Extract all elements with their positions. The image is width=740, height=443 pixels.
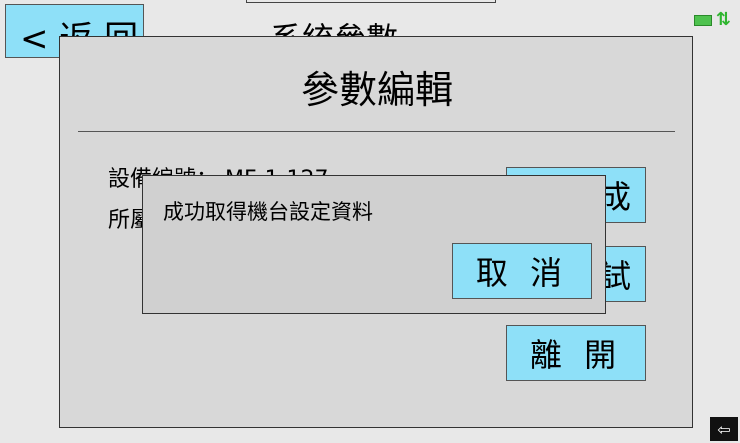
popup-message: 成功取得機台設定資料 (163, 200, 373, 224)
button-label: 取 消 (475, 254, 569, 292)
status-bar: ⇅ (693, 9, 731, 30)
screen-title: 系統參數 (270, 14, 490, 38)
battery-icon (693, 14, 712, 26)
leave-button[interactable]: 離 開 (506, 325, 646, 381)
divider (78, 131, 675, 132)
screen-title-frame (246, 0, 496, 3)
cancel-button[interactable]: 取 消 (452, 243, 592, 299)
button-label: 離 開 (529, 336, 623, 374)
back-arrow-icon[interactable]: ⇦ (710, 417, 738, 441)
message-popup: 成功取得機台設定資料 取 消 (142, 175, 606, 314)
transfer-arrows-icon: ⇅ (715, 9, 731, 30)
dialog-title: 參數編輯 (300, 68, 453, 112)
